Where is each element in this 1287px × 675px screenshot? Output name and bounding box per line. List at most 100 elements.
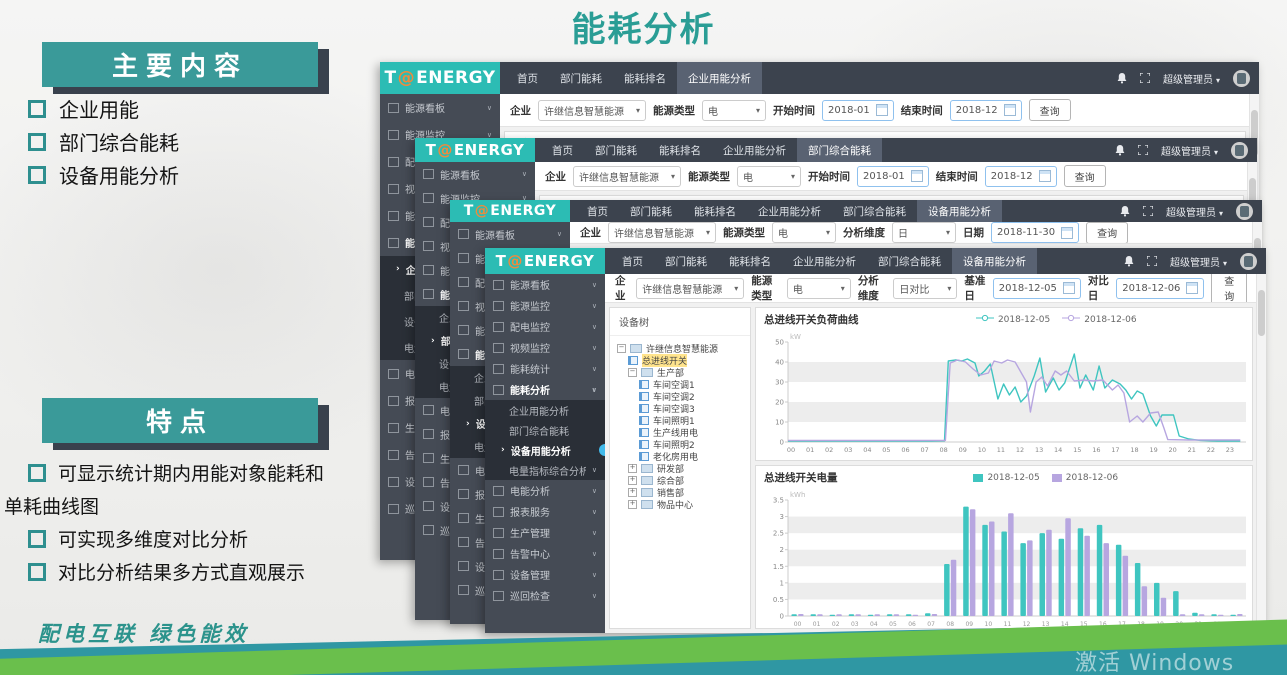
sidebar-item[interactable]: 能耗分析∨	[485, 379, 605, 400]
nav-tab[interactable]: 企业用能分析	[747, 200, 832, 222]
tree-node[interactable]: 车间空调2	[613, 390, 747, 402]
query-button[interactable]: 查询	[1211, 274, 1247, 303]
bell-icon[interactable]	[1124, 256, 1134, 267]
sidebar-subitem[interactable]: ›设备用能分析	[485, 440, 605, 460]
nav-tab[interactable]: 能耗排名	[613, 62, 677, 94]
nav-tab[interactable]: 能耗排名	[683, 200, 747, 222]
sidebar-item[interactable]: 能源看板∨	[450, 222, 570, 246]
sidebar-item[interactable]: 能源看板∨	[485, 274, 605, 295]
nav-tab[interactable]: 部门综合能耗	[797, 138, 882, 162]
tree-node[interactable]: +物品中心	[613, 498, 747, 510]
tree-node[interactable]: 车间照明1	[613, 414, 747, 426]
nav-tab[interactable]: 首页	[506, 62, 549, 94]
nav-tab[interactable]: 企业用能分析	[677, 62, 762, 94]
avatar[interactable]	[1240, 253, 1257, 270]
energy-type-select[interactable]: 电▾	[737, 166, 801, 187]
energy-type-select[interactable]: 电▾	[772, 222, 836, 243]
sidebar-item[interactable]: 视频监控∨	[485, 337, 605, 358]
sidebar-item[interactable]: 能耗统计∨	[485, 358, 605, 379]
expand-icon[interactable]: +	[628, 476, 637, 485]
tree-node[interactable]: −生产部	[613, 366, 747, 378]
sidebar-item[interactable]: 生产管理∨	[485, 522, 605, 543]
end-time-input[interactable]: 2018-12	[950, 100, 1022, 121]
user-menu[interactable]: 超级管理员▾	[1163, 71, 1220, 86]
sidebar-subitem[interactable]: 电量指标综合分析∨	[485, 460, 605, 480]
expand-icon[interactable]: +	[628, 500, 637, 509]
sidebar-item[interactable]: 电能分析∨	[485, 480, 605, 501]
start-time-input[interactable]: 2018-01	[857, 166, 929, 187]
nav-tab[interactable]: 部门能耗	[584, 138, 648, 162]
scrollbar[interactable]	[1256, 274, 1266, 633]
sidebar-subitem[interactable]: 企业用能分析	[485, 400, 605, 420]
compare-date-input[interactable]: 2018-12-06	[1116, 278, 1204, 299]
expand-icon[interactable]: +	[628, 464, 637, 473]
bell-icon[interactable]	[1115, 145, 1125, 156]
avatar[interactable]	[1231, 142, 1248, 159]
tree-node[interactable]: 老化房用电	[613, 450, 747, 462]
legend-item[interactable]: 2018-12-05	[973, 473, 1039, 483]
enterprise-select[interactable]: 许继信息智慧能源▾	[538, 100, 646, 121]
legend-item[interactable]: 2018-12-06	[1062, 314, 1136, 325]
tree-node[interactable]: 车间照明2	[613, 438, 747, 450]
nav-tab[interactable]: 部门能耗	[619, 200, 683, 222]
tree-node[interactable]: +销售部	[613, 486, 747, 498]
fullscreen-icon[interactable]	[1140, 73, 1150, 83]
collapse-icon[interactable]: −	[617, 344, 626, 353]
nav-tab[interactable]: 部门能耗	[549, 62, 613, 94]
nav-tab[interactable]: 首页	[541, 138, 584, 162]
user-menu[interactable]: 超级管理员▾	[1166, 204, 1223, 219]
query-button[interactable]: 查询	[1086, 222, 1128, 244]
fullscreen-icon[interactable]	[1138, 145, 1148, 155]
legend-item[interactable]: 2018-12-06	[1052, 473, 1118, 483]
tree-node[interactable]: 生产线用电	[613, 426, 747, 438]
enterprise-select[interactable]: 许继信息智慧能源▾	[573, 166, 681, 187]
nav-tab[interactable]: 设备用能分析	[917, 200, 1002, 222]
sidebar-item[interactable]: 巡回检查∨	[485, 585, 605, 606]
nav-tab[interactable]: 能耗排名	[648, 138, 712, 162]
start-time-input[interactable]: 2018-01	[822, 100, 894, 121]
nav-tab[interactable]: 企业用能分析	[782, 248, 867, 274]
avatar[interactable]	[1236, 203, 1253, 220]
analysis-dimension-select[interactable]: 日▾	[892, 222, 956, 243]
enterprise-select[interactable]: 许继信息智慧能源▾	[608, 222, 716, 243]
tree-node[interactable]: 总进线开关	[613, 354, 747, 366]
sidebar-item[interactable]: 报表服务∨	[485, 501, 605, 522]
date-input[interactable]: 2018-11-30	[991, 222, 1079, 243]
nav-tab[interactable]: 部门能耗	[654, 248, 718, 274]
avatar[interactable]	[1233, 70, 1250, 87]
energy-type-select[interactable]: 电▾	[787, 278, 851, 299]
tree-node[interactable]: 车间空调1	[613, 378, 747, 390]
fullscreen-icon[interactable]	[1147, 256, 1157, 266]
query-button[interactable]: 查询	[1029, 99, 1071, 121]
bell-icon[interactable]	[1120, 206, 1130, 217]
nav-tab[interactable]: 首页	[576, 200, 619, 222]
query-button[interactable]: 查询	[1064, 165, 1106, 187]
user-menu[interactable]: 超级管理员▾	[1161, 143, 1218, 158]
base-date-input[interactable]: 2018-12-05	[993, 278, 1081, 299]
fullscreen-icon[interactable]	[1143, 206, 1153, 216]
expand-icon[interactable]: +	[628, 488, 637, 497]
nav-tab[interactable]: 部门综合能耗	[832, 200, 917, 222]
tree-node[interactable]: 车间空调3	[613, 402, 747, 414]
user-menu[interactable]: 超级管理员▾	[1170, 254, 1227, 269]
collapse-icon[interactable]: −	[628, 368, 637, 377]
nav-tab[interactable]: 首页	[611, 248, 654, 274]
sidebar-item[interactable]: 告警中心∨	[485, 543, 605, 564]
sidebar-subitem[interactable]: 部门综合能耗	[485, 420, 605, 440]
scrollbar-thumb[interactable]	[1258, 290, 1265, 336]
energy-type-select[interactable]: 电▾	[702, 100, 766, 121]
legend-item[interactable]: 2018-12-05	[976, 314, 1050, 325]
nav-tab[interactable]: 部门综合能耗	[867, 248, 952, 274]
nav-tab[interactable]: 设备用能分析	[952, 248, 1037, 274]
nav-tab[interactable]: 能耗排名	[718, 248, 782, 274]
sidebar-item[interactable]: 设备管理∨	[485, 564, 605, 585]
bell-icon[interactable]	[1117, 73, 1127, 84]
tree-node[interactable]: −许继信息智慧能源	[613, 342, 747, 354]
tree-node[interactable]: +研发部	[613, 462, 747, 474]
nav-tab[interactable]: 企业用能分析	[712, 138, 797, 162]
analysis-dimension-select[interactable]: 日对比▾	[893, 278, 957, 299]
sidebar-item[interactable]: 能源看板∨	[380, 94, 500, 121]
end-time-input[interactable]: 2018-12	[985, 166, 1057, 187]
tree-node[interactable]: +综合部	[613, 474, 747, 486]
sidebar-item[interactable]: 能源监控∨	[485, 295, 605, 316]
